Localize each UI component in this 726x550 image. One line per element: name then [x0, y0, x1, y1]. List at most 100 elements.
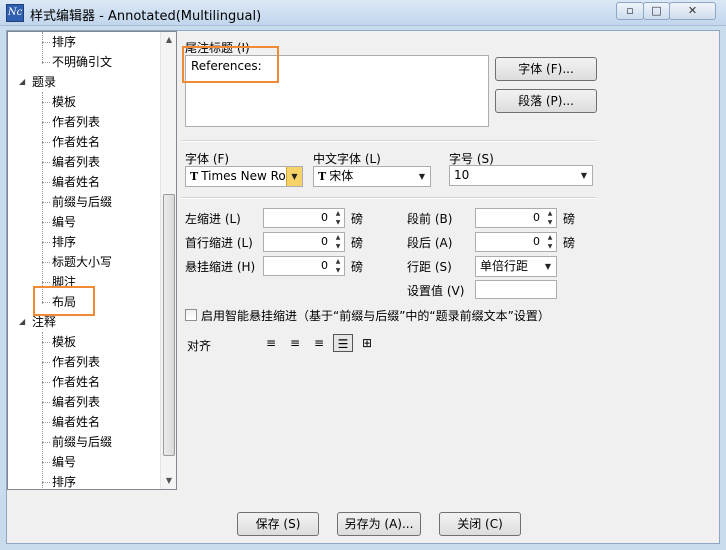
space-before-value: 0 — [533, 211, 540, 224]
tree-connector — [42, 122, 50, 123]
left-indent-value: 0 — [321, 211, 328, 224]
tree-item-label: 编者姓名 — [52, 415, 101, 429]
tree-connector — [42, 162, 50, 163]
cjk-font-select[interactable]: T 宋体 ▼ — [313, 166, 431, 187]
align-center-icon: ≡ — [289, 336, 301, 350]
spinner-arrows-icon[interactable]: ▲ ▼ — [332, 233, 344, 251]
line-spacing-select[interactable]: 单倍行距 ▼ — [475, 256, 557, 277]
smart-hanging-label: 启用智能悬挂缩进（基于“前缀与后缀”中的“题录前缀文本”设置） — [201, 309, 550, 323]
tree-item-label: 排序 — [52, 475, 77, 489]
save-as-button[interactable]: 另存为 (A)... — [337, 512, 421, 536]
separator — [181, 197, 597, 199]
font-select[interactable]: T Times New Ro ▼ — [185, 166, 303, 187]
scroll-down-icon[interactable]: ▼ — [161, 473, 176, 489]
tree-connector — [42, 282, 50, 283]
maximize-button[interactable]: □ — [643, 2, 670, 20]
title-font-button[interactable]: 字体 (F)... — [495, 57, 597, 81]
spacing-value-input[interactable] — [475, 280, 557, 299]
first-line-indent-label: 首行缩进 (L) — [185, 236, 253, 250]
chevron-down-icon[interactable]: ▼ — [286, 167, 302, 186]
hanging-indent-spinner[interactable]: 0 ▲ ▼ — [263, 256, 345, 276]
align-left-button[interactable]: ≡ — [261, 334, 281, 352]
spacing-value-label: 设置值 (V) — [407, 284, 465, 298]
space-after-value: 0 — [533, 235, 540, 248]
tree-connector — [42, 242, 50, 243]
truetype-icon: T — [318, 170, 327, 183]
chevron-down-icon[interactable]: ▼ — [414, 167, 430, 186]
font-label: 字体 (F) — [185, 152, 230, 166]
tree-guide-line — [42, 32, 43, 64]
tree-item-label: 编者列表 — [52, 155, 101, 169]
hanging-indent-label: 悬挂缩进 (H) — [185, 260, 256, 274]
collapse-icon[interactable]: ◢ — [19, 72, 25, 92]
spinner-arrows-icon[interactable]: ▲ ▼ — [544, 233, 556, 251]
first-line-indent-spinner[interactable]: 0 ▲ ▼ — [263, 232, 345, 252]
tree-connector — [42, 342, 50, 343]
dialog-body: 排序 不明确引文 ◢ 题录 模板 作者列表 作者姓名 编者列表 编者姓名 前缀与后缀 编号 排序 标题大… — [6, 30, 720, 544]
hanging-indent-value: 0 — [321, 259, 328, 272]
align-justify-button[interactable]: ☰ — [333, 334, 353, 352]
tree-item-label: 编号 — [52, 455, 77, 469]
title-paragraph-button[interactable]: 段落 (P)... — [495, 89, 597, 113]
tree-item-label: 作者姓名 — [52, 375, 101, 389]
close-button[interactable]: 关闭 (C) — [439, 512, 521, 536]
tree-connector — [42, 102, 50, 103]
align-distributed-button[interactable]: ⊞ — [357, 334, 377, 352]
left-indent-spinner[interactable]: 0 ▲ ▼ — [263, 208, 345, 228]
tree-item-label: 题录 — [32, 75, 57, 89]
tree-connector — [42, 402, 50, 403]
tree-item-label: 排序 — [52, 235, 77, 249]
tree-item-label: 排序 — [52, 35, 77, 49]
space-after-label: 段后 (A) — [407, 236, 453, 250]
tree-connector — [42, 182, 50, 183]
tree-connector — [42, 222, 50, 223]
left-indent-unit: 磅 — [351, 212, 364, 226]
scroll-up-icon[interactable]: ▲ — [161, 32, 176, 48]
space-before-spinner[interactable]: 0 ▲ ▼ — [475, 208, 557, 228]
smart-hanging-checkbox[interactable] — [185, 309, 197, 321]
spinner-arrows-icon[interactable]: ▲ ▼ — [332, 209, 344, 227]
highlight-box-title — [182, 46, 279, 83]
tree-guide-line — [42, 332, 43, 489]
space-before-unit: 磅 — [563, 212, 576, 226]
spinner-arrows-icon[interactable]: ▲ ▼ — [332, 257, 344, 275]
space-after-spinner[interactable]: 0 ▲ ▼ — [475, 232, 557, 252]
tree-item-label: 编者列表 — [52, 395, 101, 409]
tree-item-label: 前缀与后缀 — [52, 435, 113, 449]
space-after-unit: 磅 — [563, 236, 576, 250]
scroll-thumb[interactable] — [163, 194, 175, 456]
hanging-indent-unit: 磅 — [351, 260, 364, 274]
tree-item-label: 编者姓名 — [52, 175, 101, 189]
tree-connector — [42, 42, 50, 43]
save-button[interactable]: 保存 (S) — [237, 512, 319, 536]
line-spacing-label: 行距 (S) — [407, 260, 452, 274]
left-indent-label: 左缩进 (L) — [185, 212, 241, 226]
tree-connector — [42, 262, 50, 263]
font-select-value: Times New Ro — [201, 169, 286, 183]
window-title: 样式编辑器 - Annotated(Multilingual) — [30, 9, 262, 24]
align-right-button[interactable]: ≡ — [309, 334, 329, 352]
font-size-select[interactable]: 10 ▼ — [449, 165, 593, 186]
style-tree-panel: 排序 不明确引文 ◢ 题录 模板 作者列表 作者姓名 编者列表 编者姓名 前缀与后缀 编号 排序 标题大… — [7, 31, 177, 490]
first-line-indent-value: 0 — [321, 235, 328, 248]
tree-connector — [42, 482, 50, 483]
tree-connector — [42, 362, 50, 363]
tree-scrollbar[interactable]: ▲ ▼ — [160, 32, 176, 489]
spinner-arrows-icon[interactable]: ▲ ▼ — [544, 209, 556, 227]
tree-connector — [42, 382, 50, 383]
truetype-icon: T — [190, 170, 199, 183]
align-right-icon: ≡ — [313, 336, 325, 350]
tree-item-label: 作者列表 — [52, 355, 101, 369]
chevron-down-icon[interactable]: ▼ — [576, 166, 592, 185]
chevron-down-icon[interactable]: ▼ — [540, 257, 556, 276]
collapse-icon[interactable]: ◢ — [19, 312, 25, 332]
cjk-font-select-value: 宋体 — [329, 169, 354, 183]
alignment-label: 对齐 — [187, 339, 212, 353]
app-icon: Nc — [6, 4, 24, 22]
cjk-font-label: 中文字体 (L) — [313, 152, 381, 166]
close-window-button[interactable]: ✕ — [669, 2, 716, 20]
align-center-button[interactable]: ≡ — [285, 334, 305, 352]
minimize-button[interactable]: ▫ — [616, 2, 644, 20]
separator — [181, 140, 597, 142]
tree-item-label: 模板 — [52, 335, 77, 349]
